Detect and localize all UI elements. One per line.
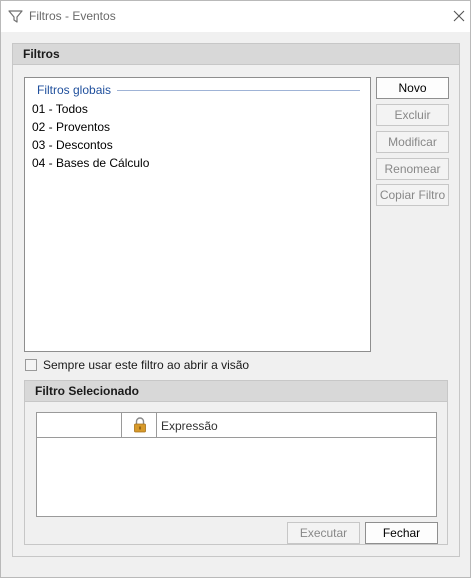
window-title: Filtros - Eventos	[29, 9, 116, 23]
filter-icon	[8, 10, 23, 23]
filtro-selecionado-group: Filtro Selecionado Expressão Executar Fe…	[24, 380, 448, 545]
excluir-button[interactable]: Excluir	[376, 104, 449, 126]
filtros-group-title: Filtros	[23, 47, 60, 61]
list-item[interactable]: 01 - Todos	[32, 102, 88, 116]
lock-icon	[134, 417, 146, 433]
grid-column-expressao[interactable]: Expressão	[161, 419, 218, 433]
renomear-button[interactable]: Renomear	[376, 158, 449, 180]
fechar-button[interactable]: Fechar	[365, 522, 438, 544]
filtro-selecionado-header: Filtro Selecionado	[25, 381, 447, 402]
list-item[interactable]: 03 - Descontos	[32, 138, 113, 152]
title-bar: Filtros - Eventos	[1, 1, 470, 32]
grid-column-separator	[156, 413, 157, 437]
list-item[interactable]: 02 - Proventos	[32, 120, 110, 134]
filtros-group-header: Filtros	[13, 44, 459, 65]
copiar-filtro-button[interactable]: Copiar Filtro	[376, 184, 449, 206]
list-group-divider	[117, 90, 360, 91]
close-icon	[453, 10, 465, 22]
close-button[interactable]	[449, 6, 469, 26]
executar-button[interactable]: Executar	[287, 522, 360, 544]
filter-list[interactable]: Filtros globais 01 - Todos 02 - Provento…	[24, 77, 371, 352]
sempre-usar-filtro-label[interactable]: Sempre usar este filtro ao abrir a visão	[43, 358, 249, 372]
list-group-header: Filtros globais	[37, 83, 112, 97]
expression-grid[interactable]: Expressão	[36, 412, 437, 517]
modificar-button[interactable]: Modificar	[376, 131, 449, 153]
filtro-selecionado-title: Filtro Selecionado	[35, 384, 140, 398]
list-item[interactable]: 04 - Bases de Cálculo	[32, 156, 149, 170]
novo-button[interactable]: Novo	[376, 77, 449, 99]
sempre-usar-filtro-checkbox[interactable]	[25, 359, 37, 371]
grid-column-separator	[121, 413, 122, 437]
grid-header: Expressão	[37, 413, 436, 438]
dialog-window: Filtros - Eventos Filtros Filtros globai…	[0, 0, 471, 578]
